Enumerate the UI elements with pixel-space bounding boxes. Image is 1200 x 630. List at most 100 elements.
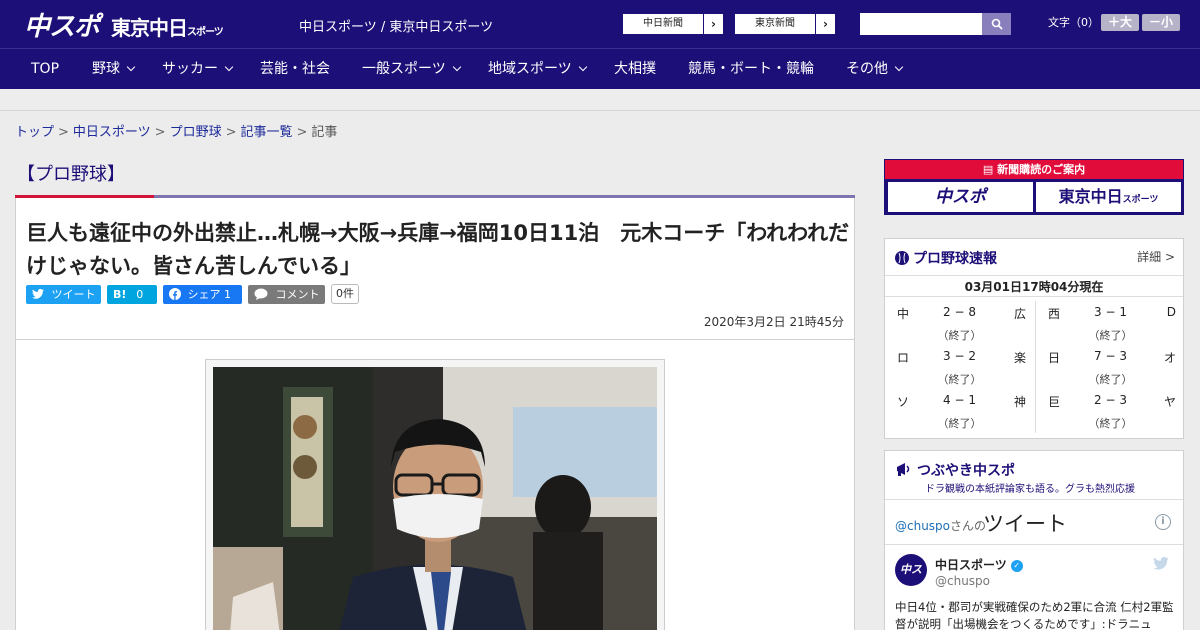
- baseball-icon: [895, 251, 909, 265]
- facebook-icon: [169, 288, 181, 300]
- subscribe-title-text: 新聞購読のご案内: [997, 163, 1086, 176]
- chuspo-logo[interactable]: 中スポ: [24, 6, 100, 43]
- article-category: 【プロ野球】: [17, 164, 125, 185]
- font-size-label: 文字（0）: [1048, 16, 1099, 29]
- nav-label: TOP: [31, 61, 60, 77]
- tweet-user-handle[interactable]: @chuspo: [935, 574, 990, 588]
- game-score: 2 − 8: [943, 305, 976, 319]
- twitter-panel-title: つぶやき中スポ: [895, 460, 1015, 480]
- search-button[interactable]: [982, 13, 1011, 35]
- scores-column-right: 西 3 − 1 D （終了） 日 7 − 3 オ （終了） 巨 2 − 3 ヤ …: [1035, 301, 1184, 433]
- article-divider: [16, 339, 854, 340]
- game-row[interactable]: 中 2 − 8 広 （終了）: [885, 301, 1034, 345]
- game-status: （終了）: [1088, 417, 1133, 430]
- tweet-button[interactable]: ツイート: [26, 285, 101, 304]
- nav-item-general-sports[interactable]: 一般スポーツ: [362, 49, 461, 89]
- nav-item-entertainment[interactable]: 芸能・社会: [260, 49, 330, 89]
- scores-detail-link[interactable]: 詳細 >: [1137, 248, 1175, 265]
- site-name: 中日スポーツ / 東京中日スポーツ: [299, 20, 494, 35]
- article-card: 巨人も遠征中の外出禁止…札幌→大阪→兵庫→福岡10日11泊 元木コーチ「われわれ…: [15, 196, 855, 630]
- chevron-down-icon: [126, 62, 136, 72]
- chevron-down-icon: [578, 62, 587, 72]
- hatena-bookmark-button[interactable]: B! 0: [107, 285, 157, 304]
- breadcrumb-top[interactable]: トップ: [15, 125, 54, 140]
- nav-label: 一般スポーツ: [362, 61, 446, 77]
- info-icon[interactable]: i: [1155, 514, 1171, 530]
- game-row[interactable]: 巨 2 − 3 ヤ （終了）: [1036, 389, 1184, 433]
- tweet-timeline-header: @chuspoさんの ツイート i: [885, 499, 1183, 545]
- nav-label: その他: [846, 61, 888, 77]
- comment-label: コメント: [275, 288, 320, 301]
- avatar[interactable]: 中スポ: [895, 554, 927, 608]
- nav-item-top[interactable]: TOP: [31, 49, 59, 89]
- game-status: （終了）: [937, 417, 982, 430]
- game-status: （終了）: [937, 373, 982, 386]
- nav-item-soccer[interactable]: サッカー: [162, 49, 234, 89]
- breadcrumb-sep: >: [296, 125, 308, 140]
- breadcrumb-pro-baseball[interactable]: プロ野球: [170, 125, 222, 140]
- nav-item-other[interactable]: その他: [846, 49, 904, 89]
- facebook-share-label: シェア 1: [187, 288, 232, 301]
- breadcrumb-current: 記事: [311, 125, 338, 140]
- game-status: （終了）: [937, 329, 982, 342]
- timeline-handle-suffix: さんの: [950, 519, 987, 533]
- main-nav: TOP 野球 サッカー 芸能・社会 一般スポーツ 地域スポーツ 大相撲 競馬・ボ…: [0, 48, 1200, 89]
- facebook-share-button[interactable]: シェア 1: [163, 285, 242, 304]
- subscribe-title: ▤ 新聞購読のご案内: [885, 160, 1183, 179]
- away-team: D: [1166, 305, 1176, 319]
- chevron-down-icon: [452, 62, 461, 72]
- tokyo-chunichi-logo[interactable]: 東京中日スポーツ: [111, 12, 224, 41]
- comment-button[interactable]: コメント: [248, 285, 325, 304]
- chunichi-shimbun-button[interactable]: 中日新聞 ›: [622, 13, 724, 35]
- nav-label: 野球: [92, 61, 120, 77]
- breadcrumb-chunichi-sports[interactable]: 中日スポーツ: [73, 125, 151, 140]
- subscribe-tokyo-button[interactable]: 東京中日スポーツ: [1036, 182, 1181, 212]
- game-status: （終了）: [1088, 329, 1133, 342]
- tokyo-shimbun-button[interactable]: 東京新聞 ›: [734, 13, 836, 35]
- chevron-down-icon: [224, 62, 234, 72]
- megaphone-icon: [897, 463, 910, 476]
- game-row[interactable]: 日 7 − 3 オ （終了）: [1036, 345, 1184, 389]
- speech-bubble-icon: [254, 288, 268, 300]
- nav-item-keiba[interactable]: 競馬・ボート・競輪: [688, 49, 814, 89]
- tweet-username[interactable]: 中日スポーツ ✓: [935, 556, 1023, 573]
- game-row[interactable]: ソ 4 − 1 神 （終了）: [885, 389, 1034, 433]
- away-team: オ: [1163, 351, 1176, 365]
- tokyo-shimbun-label: 東京新聞: [755, 18, 795, 29]
- article-top-line: [154, 195, 855, 198]
- breadcrumb-sep: >: [58, 125, 69, 140]
- nav-item-baseball[interactable]: 野球: [92, 49, 136, 89]
- breadcrumb-article-list[interactable]: 記事一覧: [241, 125, 293, 140]
- nav-label: 競馬・ボート・競輪: [688, 61, 814, 77]
- nav-item-sumo[interactable]: 大相撲: [614, 49, 656, 89]
- scores-timestamp: 03月01日17時04分現在: [885, 275, 1183, 297]
- game-score: 7 − 3: [1094, 349, 1127, 363]
- search-icon: [991, 18, 1003, 30]
- article-date: 2020年3月2日 21時45分: [703, 315, 844, 329]
- chevron-right-icon: ›: [703, 14, 723, 34]
- subscribe-chuspo-button[interactable]: 中スポ: [888, 182, 1033, 212]
- search-input[interactable]: [860, 13, 982, 35]
- subscribe-banner: ▤ 新聞購読のご案内 中スポ 東京中日スポーツ: [884, 159, 1184, 215]
- twitter-panel: つぶやき中スポ ドラ観戦の本紙評論家も語る。グラも熱烈応援 @chuspoさんの…: [884, 450, 1184, 630]
- subscribe-tokyo-sub: スポーツ: [1122, 195, 1159, 205]
- verified-badge-icon: ✓: [1010, 559, 1023, 572]
- breadcrumb-sep: >: [154, 125, 166, 140]
- game-row[interactable]: ロ 3 − 2 楽 （終了）: [885, 345, 1034, 389]
- font-larger-button[interactable]: ＋大: [1101, 14, 1139, 31]
- font-smaller-button[interactable]: －小: [1142, 14, 1180, 31]
- timeline-handle[interactable]: @chuspoさんの: [895, 517, 986, 534]
- article-accent-line: [15, 195, 154, 198]
- breadcrumb-sep: >: [225, 125, 237, 140]
- chunichi-shimbun-label: 中日新聞: [643, 18, 683, 29]
- scores-title: プロ野球速報: [895, 248, 997, 268]
- article-photo[interactable]: [213, 367, 657, 630]
- game-row[interactable]: 西 3 − 1 D （終了）: [1036, 301, 1184, 345]
- nav-item-regional-sports[interactable]: 地域スポーツ: [488, 49, 587, 89]
- nav-label: サッカー: [162, 61, 218, 77]
- twitter-panel-title-text: つぶやき中スポ: [917, 463, 1015, 479]
- twitter-bird-icon[interactable]: [1153, 557, 1169, 570]
- away-team: ヤ: [1163, 395, 1176, 409]
- article-photo-frame: [205, 359, 665, 630]
- chevron-right-icon: ›: [815, 14, 835, 34]
